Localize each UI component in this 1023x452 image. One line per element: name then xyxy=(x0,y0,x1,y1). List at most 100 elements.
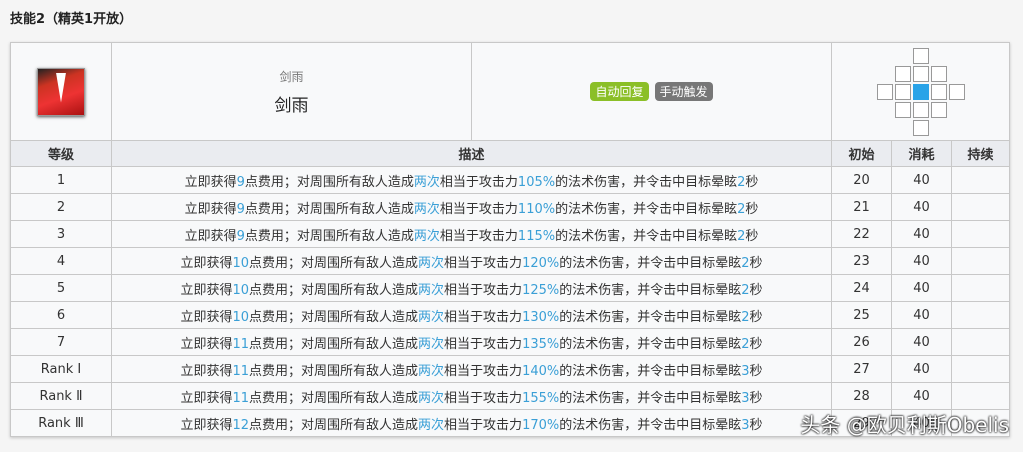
level-cell: 5 xyxy=(56,280,66,296)
damage-pct: 140% xyxy=(522,363,560,379)
header-desc: 描述 xyxy=(111,141,831,166)
desc-text: 立即获得 xyxy=(180,336,233,352)
desc-text: 立即获得 xyxy=(180,363,233,379)
table-row: 5 立即获得10点费用；对周围所有敌人造成两次相当于攻击力125%的法术伤害，并… xyxy=(11,274,1009,301)
damage-pct: 170% xyxy=(522,417,560,433)
stun-value: 3 xyxy=(741,417,750,433)
range-empty xyxy=(895,48,911,62)
initial-cell: 20 xyxy=(831,167,891,193)
table-row: 3 立即获得9点费用；对周围所有敌人造成两次相当于攻击力115%的法术伤害，并令… xyxy=(11,220,1009,247)
description-cell: 立即获得11点费用；对周围所有敌人造成两次相当于攻击力135%的法术伤害，并令击… xyxy=(111,329,831,355)
desc-text: 相当于攻击力 xyxy=(444,255,523,271)
skill-table: 剑雨 剑雨 自动回复 手动触发 等级 描述 初始 消耗 持续 1 立即获得9点费… xyxy=(10,42,1010,437)
damage-pct: 125% xyxy=(522,282,560,298)
damage-pct: 120% xyxy=(522,255,560,271)
header-level: 等级 xyxy=(47,148,74,163)
desc-text: 点费用；对周围所有敌人造成 xyxy=(249,282,419,298)
damage-pct: 115% xyxy=(517,228,556,244)
range-empty xyxy=(931,120,947,134)
stun-value: 2 xyxy=(741,282,750,298)
desc-text: 点费用；对周围所有敌人造成 xyxy=(249,255,419,271)
desc-text: 秒 xyxy=(749,309,763,325)
tag-auto-recovery: 自动回复 xyxy=(590,82,649,101)
desc-text: 秒 xyxy=(745,228,759,244)
desc-text: 秒 xyxy=(749,255,763,271)
duration-cell xyxy=(951,302,1009,328)
description-cell: 立即获得11点费用；对周围所有敌人造成两次相当于攻击力155%的法术伤害，并令击… xyxy=(111,383,831,409)
desc-highlight: 两次 xyxy=(418,309,445,325)
header-cost: 消耗 xyxy=(891,141,951,166)
desc-text: 相当于攻击力 xyxy=(439,201,518,217)
desc-text: 的法术伤害，并令击中目标晕眩 xyxy=(559,309,742,325)
desc-text: 秒 xyxy=(749,390,763,406)
table-row: 4 立即获得10点费用；对周围所有敌人造成两次相当于攻击力120%的法术伤害，并… xyxy=(11,247,1009,274)
desc-text: 点费用；对周围所有敌人造成 xyxy=(244,228,414,244)
range-empty xyxy=(949,102,965,116)
desc-text: 秒 xyxy=(749,282,763,298)
range-cell xyxy=(876,83,893,100)
table-header: 等级 描述 初始 消耗 持续 xyxy=(11,140,1009,166)
range-empty xyxy=(877,48,893,62)
range-cell xyxy=(930,65,947,82)
desc-text: 相当于攻击力 xyxy=(439,174,518,190)
description-cell: 立即获得9点费用；对周围所有敌人造成两次相当于攻击力105%的法术伤害，并令击中… xyxy=(111,167,831,193)
damage-pct: 110% xyxy=(517,201,556,217)
desc-text: 点费用；对周围所有敌人造成 xyxy=(249,336,419,352)
duration-cell xyxy=(951,329,1009,355)
skill-name-cell: 剑雨 剑雨 xyxy=(111,43,471,140)
attack-range-grid xyxy=(876,47,965,136)
table-row: Rank Ⅱ 立即获得11点费用；对周围所有敌人造成两次相当于攻击力155%的法… xyxy=(11,382,1009,409)
duration-cell xyxy=(951,221,1009,247)
skill-name-small: 剑雨 xyxy=(279,69,304,84)
desc-highlight: 两次 xyxy=(418,336,445,352)
cost-cell: 40 xyxy=(891,302,951,328)
cost-cell: 40 xyxy=(891,275,951,301)
desc-text: 的法术伤害，并令击中目标晕眩 xyxy=(559,282,742,298)
desc-text: 秒 xyxy=(749,363,763,379)
level-cell: Rank Ⅰ xyxy=(40,361,82,377)
table-row: 6 立即获得10点费用；对周围所有敌人造成两次相当于攻击力130%的法术伤害，并… xyxy=(11,301,1009,328)
description-cell: 立即获得9点费用；对周围所有敌人造成两次相当于攻击力110%的法术伤害，并令击中… xyxy=(111,194,831,220)
skill-icon xyxy=(37,67,85,116)
desc-highlight: 两次 xyxy=(418,390,445,406)
cost-cell: 40 xyxy=(891,383,951,409)
header-initial: 初始 xyxy=(831,141,891,166)
range-empty xyxy=(949,48,965,62)
desc-text: 秒 xyxy=(745,201,759,217)
sp-value: 9 xyxy=(236,201,245,217)
table-row: 2 立即获得9点费用；对周围所有敌人造成两次相当于攻击力110%的法术伤害，并令… xyxy=(11,193,1009,220)
cost-cell: 40 xyxy=(891,221,951,247)
desc-text: 秒 xyxy=(749,336,763,352)
level-cell: 3 xyxy=(56,226,66,242)
damage-pct: 105% xyxy=(517,174,556,190)
stun-value: 3 xyxy=(741,390,750,406)
level-cell: 4 xyxy=(56,253,66,269)
desc-text: 点费用；对周围所有敌人造成 xyxy=(249,390,419,406)
desc-text: 相当于攻击力 xyxy=(444,417,523,433)
desc-text: 相当于攻击力 xyxy=(439,228,518,244)
stun-value: 2 xyxy=(741,309,750,325)
duration-cell xyxy=(951,194,1009,220)
sp-value: 12 xyxy=(232,417,250,433)
table-row: 7 立即获得11点费用；对周围所有敌人造成两次相当于攻击力135%的法术伤害，并… xyxy=(11,328,1009,355)
level-cell: 2 xyxy=(56,199,66,215)
level-cell: 6 xyxy=(56,307,66,323)
duration-cell xyxy=(951,167,1009,193)
desc-text: 点费用；对周围所有敌人造成 xyxy=(249,363,419,379)
desc-text: 秒 xyxy=(749,417,763,433)
duration-cell xyxy=(951,356,1009,382)
description-cell: 立即获得9点费用；对周围所有敌人造成两次相当于攻击力115%的法术伤害，并令击中… xyxy=(111,221,831,247)
damage-pct: 130% xyxy=(522,309,560,325)
table-row: 1 立即获得9点费用；对周围所有敌人造成两次相当于攻击力105%的法术伤害，并令… xyxy=(11,166,1009,193)
desc-text: 的法术伤害，并令击中目标晕眩 xyxy=(559,417,742,433)
skill-icon-cell xyxy=(11,43,111,140)
damage-pct: 155% xyxy=(522,390,560,406)
cost-cell: 40 xyxy=(891,248,951,274)
range-empty xyxy=(877,120,893,134)
description-cell: 立即获得10点费用；对周围所有敌人造成两次相当于攻击力130%的法术伤害，并令击… xyxy=(111,302,831,328)
range-cell xyxy=(930,83,947,100)
desc-text: 相当于攻击力 xyxy=(444,282,523,298)
range-cell xyxy=(912,119,929,136)
range-cell xyxy=(912,101,929,118)
range-empty xyxy=(931,48,947,62)
